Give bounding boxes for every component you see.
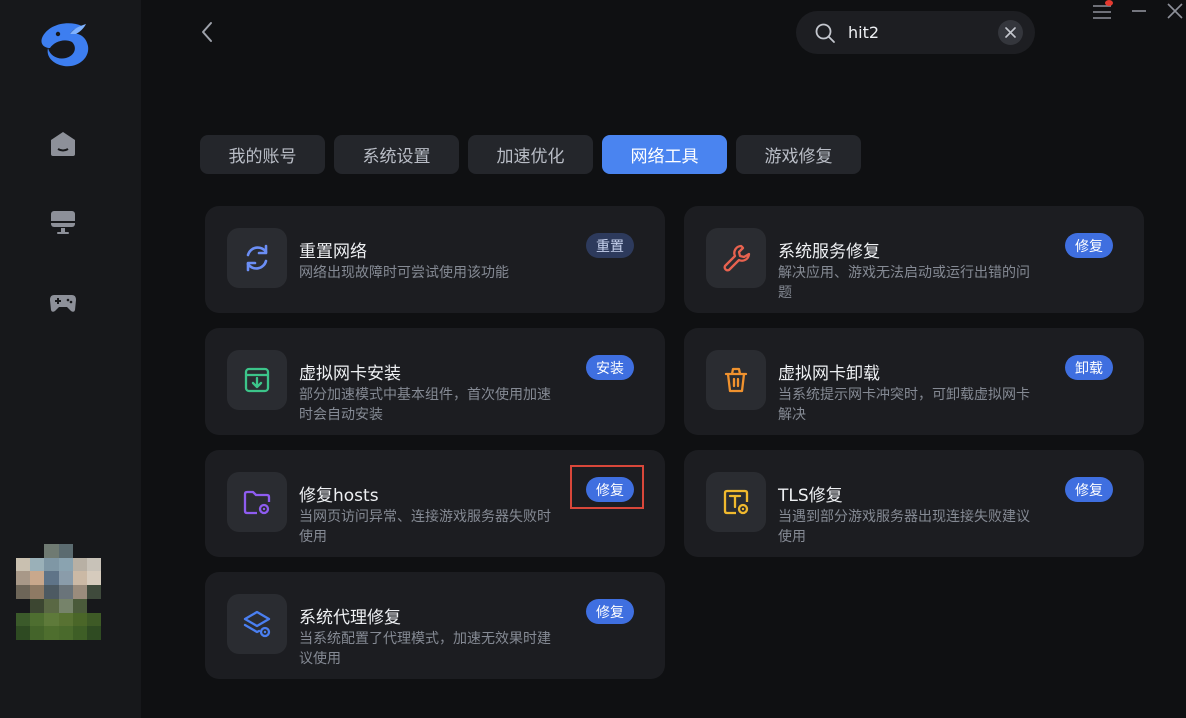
dolphin-logo-icon [41, 23, 89, 67]
tab-my-account[interactable]: 我的账号 [200, 135, 325, 174]
tab-network-tools[interactable]: 网络工具 [602, 135, 727, 174]
search-input[interactable] [848, 20, 983, 44]
close-window-icon[interactable] [1164, 2, 1186, 22]
wrench-icon [706, 228, 766, 288]
card-title: 重置网络 [299, 242, 367, 262]
proxy-repair-button[interactable]: 修复 [586, 599, 634, 624]
card-title: 系统服务修复 [778, 242, 880, 262]
minimize-icon[interactable] [1128, 2, 1150, 22]
card-system-service-repair: 系统服务修复 解决应用、游戏无法启动或运行出错的问题 修复 [684, 206, 1144, 313]
search-box[interactable] [796, 11, 1035, 54]
card-description: 部分加速模式中基本组件，首次使用加速时会自动安装 [299, 387, 551, 423]
repair-button[interactable]: 修复 [1065, 233, 1113, 258]
install-box-icon [227, 350, 287, 410]
sidebar [0, 0, 141, 718]
search-icon [815, 23, 835, 43]
install-button[interactable]: 安装 [586, 355, 634, 380]
trash-icon [706, 350, 766, 410]
card-title: 系统代理修复 [299, 608, 401, 628]
tab-acceleration[interactable]: 加速优化 [468, 135, 593, 174]
card-description: 当系统配置了代理模式，加速无效果时建议使用 [299, 631, 551, 667]
card-tls-repair: TLS修复 当遇到部分游戏服务器出现连接失败建议使用 修复 [684, 450, 1144, 557]
avatar[interactable] [16, 544, 101, 640]
layers-gear-icon [227, 594, 287, 654]
monitor-icon[interactable] [48, 208, 78, 236]
tab-system-settings[interactable]: 系统设置 [334, 135, 459, 174]
card-reset-network: 重置网络 网络出现故障时可尝试使用该功能 重置 [205, 206, 665, 313]
close-icon [1005, 27, 1016, 38]
card-system-proxy-repair: 系统代理修复 当系统配置了代理模式，加速无效果时建议使用 修复 [205, 572, 665, 679]
card-description: 网络出现故障时可尝试使用该功能 [299, 265, 509, 281]
refresh-icon [227, 228, 287, 288]
card-virtual-nic-uninstall: 虚拟网卡卸载 当系统提示网卡冲突时，可卸载虚拟网卡解决 卸载 [684, 328, 1144, 435]
tab-game-repair[interactable]: 游戏修复 [736, 135, 861, 174]
reset-button[interactable]: 重置 [586, 233, 634, 258]
back-chevron-icon[interactable] [194, 18, 222, 46]
folder-gear-icon [227, 472, 287, 532]
card-virtual-nic-install: 虚拟网卡安装 部分加速模式中基本组件，首次使用加速时会自动安装 安装 [205, 328, 665, 435]
card-title: 修复hosts [299, 486, 379, 506]
uninstall-button[interactable]: 卸载 [1065, 355, 1113, 380]
card-description: 当遇到部分游戏服务器出现连接失败建议使用 [778, 509, 1030, 545]
tls-gear-icon [706, 472, 766, 532]
card-title: 虚拟网卡安装 [299, 364, 401, 384]
card-title: TLS修复 [778, 486, 843, 506]
home-icon[interactable] [48, 130, 78, 158]
card-description: 当系统提示网卡冲突时，可卸载虚拟网卡解决 [778, 387, 1030, 423]
notification-dot [1105, 0, 1113, 6]
tls-repair-button[interactable]: 修复 [1065, 477, 1113, 502]
gamepad-icon[interactable] [48, 288, 78, 316]
card-description: 当网页访问异常、连接游戏服务器失败时使用 [299, 509, 551, 545]
clear-search-button[interactable] [998, 20, 1023, 45]
highlight-box [570, 465, 644, 509]
card-description: 解决应用、游戏无法启动或运行出错的问题 [778, 265, 1030, 301]
card-title: 虚拟网卡卸载 [778, 364, 880, 384]
